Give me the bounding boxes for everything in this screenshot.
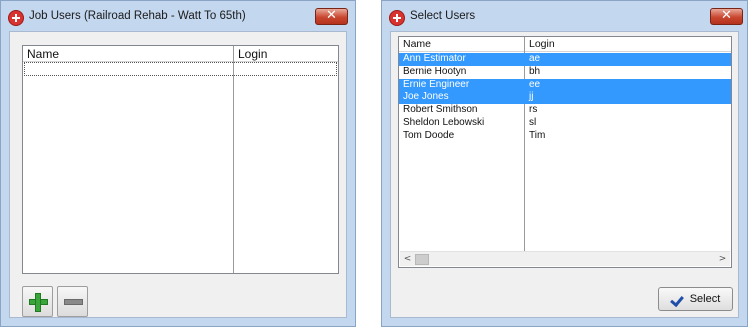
add-user-button[interactable]: [22, 286, 53, 317]
user-login-cell: Tim: [529, 129, 546, 141]
table-row[interactable]: Tom Doode Tim: [399, 130, 731, 143]
close-icon: ✕: [721, 8, 732, 23]
user-name-cell: Bernie Hootyn: [403, 65, 467, 77]
window-title: Select Users: [410, 10, 476, 22]
column-header-login[interactable]: Login: [525, 37, 555, 52]
user-login-cell: ee: [529, 78, 541, 90]
column-header-name[interactable]: Name: [23, 46, 59, 61]
window-client-area: Name Login Ann Estimator ae Bernie Hootyn b…: [390, 31, 739, 318]
table-row[interactable]: Bernie Hootyn bh: [399, 66, 731, 79]
window-title: Job Users (Railroad Rehab - Watt To 65th…: [29, 10, 246, 22]
scroll-right-icon[interactable]: >: [715, 252, 730, 267]
user-name-cell: Robert Smithson: [403, 104, 478, 116]
table-row[interactable]: Robert Smithson rs: [399, 104, 731, 117]
user-name-cell: Ernie Engineer: [403, 78, 470, 90]
window-client-area: Name Login: [9, 31, 347, 318]
close-button[interactable]: ✕: [710, 8, 743, 25]
user-name-cell: Sheldon Lebowski: [403, 116, 485, 128]
focus-row[interactable]: [24, 62, 337, 76]
scroll-thumb[interactable]: [415, 254, 429, 265]
title-bar[interactable]: Job Users (Railroad Rehab - Watt To 65th…: [1, 1, 355, 31]
close-icon: ✕: [326, 8, 337, 23]
user-name-cell: Joe Jones: [403, 91, 449, 103]
table-row[interactable]: Sheldon Lebowski sl: [399, 117, 731, 130]
users-list[interactable]: Name Login Ann Estimator ae Bernie Hootyn b…: [398, 36, 732, 268]
user-name-cell: Ann Estimator: [403, 53, 466, 64]
title-bar[interactable]: Select Users ✕: [382, 1, 747, 31]
checkmark-icon: [671, 293, 685, 305]
minus-icon: [64, 299, 83, 305]
user-login-cell: jj: [529, 91, 534, 103]
table-row[interactable]: Ernie Engineer ee: [399, 78, 731, 92]
remove-user-button[interactable]: [57, 286, 88, 317]
job-users-list[interactable]: Name Login: [22, 45, 339, 274]
close-button[interactable]: ✕: [315, 8, 348, 25]
table-row[interactable]: Joe Jones jj: [399, 91, 731, 105]
user-login-cell: rs: [529, 104, 538, 116]
list-header: Name Login: [399, 37, 731, 52]
user-login-cell: sl: [529, 116, 537, 128]
horizontal-scrollbar[interactable]: < >: [400, 251, 730, 266]
job-users-window: Job Users (Railroad Rehab - Watt To 65th…: [0, 0, 356, 327]
column-grid-line: [233, 46, 234, 273]
list-header: Name Login: [23, 46, 338, 62]
column-header-name[interactable]: Name: [399, 37, 431, 52]
scroll-left-icon[interactable]: <: [400, 252, 415, 267]
column-header-login[interactable]: Login: [234, 46, 267, 61]
select-button[interactable]: Select: [658, 287, 733, 311]
user-rows: Ann Estimator ae Bernie Hootyn bh Ernie Engi…: [399, 53, 731, 143]
user-login-cell: bh: [529, 65, 541, 77]
user-login-cell: ae: [529, 53, 541, 64]
app-icon: [389, 10, 405, 26]
plus-icon-vertical: [35, 293, 41, 312]
user-name-cell: Tom Doode: [403, 129, 455, 141]
select-users-window: Select Users ✕ Name Login Ann Estimator a…: [381, 0, 748, 327]
screenshot: Job Users (Railroad Rehab - Watt To 65th…: [0, 0, 748, 327]
table-row[interactable]: Ann Estimator ae: [399, 53, 731, 66]
app-icon: [8, 10, 24, 26]
select-button-label: Select: [689, 293, 721, 305]
